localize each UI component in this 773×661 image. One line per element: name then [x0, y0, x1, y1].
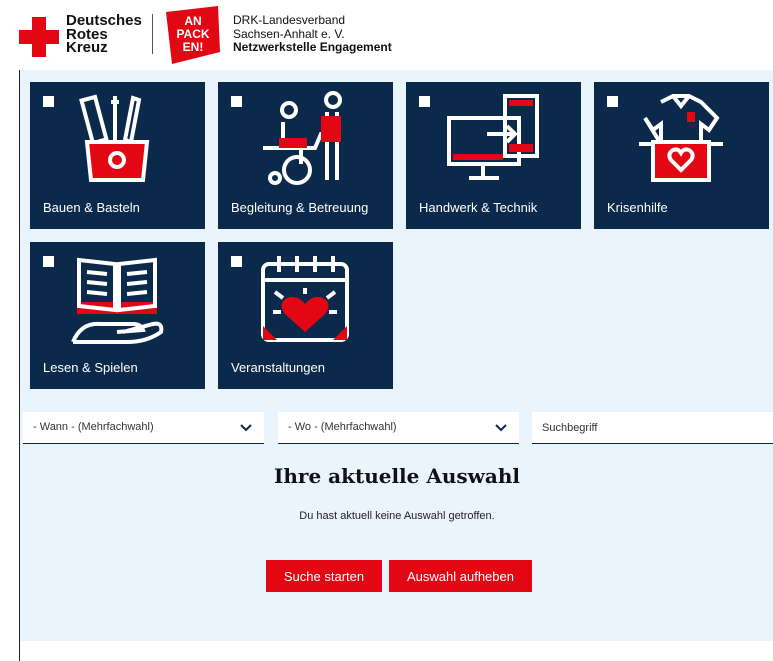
site-header: Deutsches Rotes Kreuz AN PACK EN! DRK-La… — [0, 0, 773, 66]
category-tile-bauen-basteln[interactable]: Bauen & Basteln — [30, 82, 205, 229]
anpacken-logo-text: EN! — [183, 40, 204, 54]
category-tile-veranstaltungen[interactable]: Veranstaltungen — [218, 242, 393, 389]
where-select-value: - Wo - (Mehrfachwahl) — [288, 421, 397, 433]
anpacken-logo-text: AN — [184, 14, 201, 28]
category-tile-begleitung-betreuung[interactable]: Begleitung & Betreuung — [218, 82, 393, 229]
where-select[interactable]: - Wo - (Mehrfachwahl) — [278, 412, 519, 444]
chevron-down-icon — [240, 424, 252, 432]
main-content: Bauen & Basteln Begleitung & Betreuung H… — [19, 70, 773, 661]
clear-selection-button[interactable]: Auswahl aufheben — [389, 560, 532, 592]
book-hand-icon — [71, 257, 164, 344]
selection-text: Du hast aktuell keine Auswahl getroffen. — [299, 510, 495, 522]
org-line: DRK-Landesverband — [233, 13, 346, 27]
category-checkbox[interactable] — [231, 256, 242, 267]
category-label: Bauen & Basteln — [43, 200, 140, 215]
org-line: Sachsen-Anhalt e. V. — [233, 26, 345, 41]
search-button[interactable]: Suche starten — [266, 560, 382, 592]
category-tile-lesen-spielen[interactable]: Lesen & Spielen — [30, 242, 205, 389]
org-line: Netzwerkstelle Engagement — [233, 40, 392, 54]
red-cross-logo[interactable] — [19, 17, 59, 57]
category-checkbox[interactable] — [43, 256, 54, 267]
category-label: Begleitung & Betreuung — [231, 200, 369, 215]
monitor-phone-icon — [447, 94, 539, 180]
search-input[interactable] — [532, 412, 773, 444]
filter-panel: Bauen & Basteln Begleitung & Betreuung H… — [20, 70, 773, 641]
selection-title: Ihre aktuelle Auswahl — [274, 464, 520, 488]
category-checkbox[interactable] — [419, 96, 430, 107]
category-checkbox[interactable] — [43, 96, 54, 107]
category-label: Veranstaltungen — [231, 360, 325, 375]
when-select-value: - Wann - (Mehrfachwahl) — [33, 421, 154, 433]
when-select[interactable]: - Wann - (Mehrfachwahl) — [23, 412, 264, 444]
clothing-donation-box-icon — [639, 94, 723, 182]
category-label: Lesen & Spielen — [43, 360, 138, 375]
anpacken-logo[interactable]: AN PACK EN! — [162, 6, 222, 64]
category-label: Krisenhilfe — [607, 200, 668, 215]
category-tile-krisenhilfe[interactable]: Krisenhilfe — [594, 82, 769, 229]
header-divider — [152, 14, 153, 54]
category-tile-handwerk-technik[interactable]: Handwerk & Technik — [406, 82, 581, 229]
category-label: Handwerk & Technik — [419, 200, 538, 215]
wheelchair-companion-icon — [263, 91, 342, 185]
organisation-text: DRK-Landesverband Sachsen-Anhalt e. V. N… — [233, 13, 392, 55]
calendar-heart-icon — [261, 256, 349, 342]
anpacken-logo-text: PACK — [176, 27, 209, 41]
category-checkbox[interactable] — [607, 96, 618, 107]
drk-brand-text: Deutsches Rotes Kreuz — [66, 13, 142, 56]
category-checkbox[interactable] — [231, 96, 242, 107]
craft-tools-icon — [79, 94, 150, 182]
chevron-down-icon — [495, 424, 507, 432]
brand-line: Kreuz — [66, 39, 108, 56]
